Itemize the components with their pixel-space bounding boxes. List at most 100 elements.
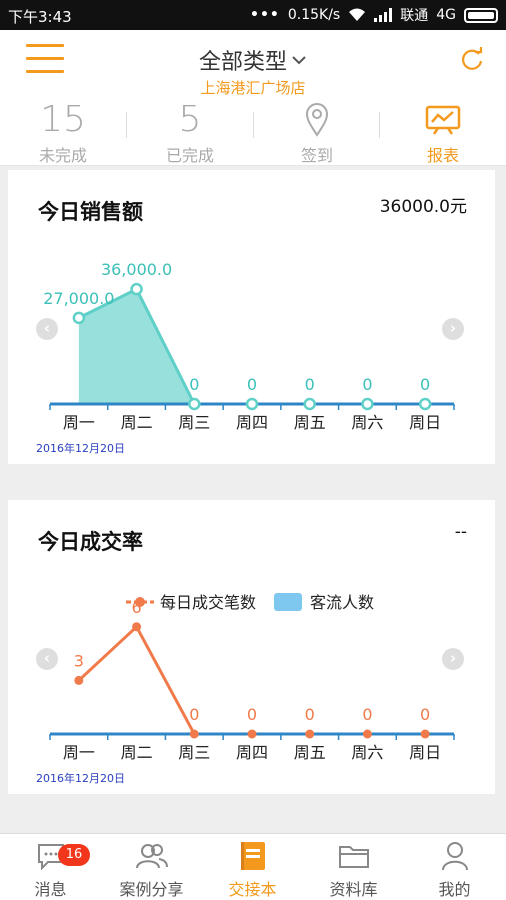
nav-handover[interactable]: 交接本 <box>202 840 303 900</box>
tick-label: 周六 <box>351 743 383 762</box>
data-label: 0 <box>420 375 430 394</box>
tick-label: 周五 <box>294 413 326 432</box>
chart-date: 2016年12月20日 <box>36 772 125 785</box>
nav-label: 消息 <box>34 880 67 899</box>
data-label: 36,000.0 <box>101 260 172 279</box>
data-point <box>420 729 430 739</box>
status-bar: 下午3:43 ••• 0.15K/s 联通 4G <box>0 0 506 30</box>
legend-swatch <box>274 593 302 611</box>
header-title-area[interactable]: 全部类型 上海港汇广场店 <box>0 44 506 98</box>
status-time: 下午3:43 <box>8 8 72 26</box>
data-point <box>361 397 374 411</box>
folder-icon <box>338 846 369 868</box>
data-point <box>245 397 259 411</box>
data-label: 0 <box>247 375 257 394</box>
nav-label: 资料库 <box>329 880 378 899</box>
nav-messages[interactable]: 消息 16 <box>0 840 101 900</box>
data-point <box>130 282 143 296</box>
data-point <box>188 397 201 411</box>
network-type: 4G <box>436 7 456 23</box>
chart-next-arrow[interactable]: › <box>442 318 464 340</box>
tick-label: 周三 <box>178 743 210 762</box>
chart-prev-arrow[interactable]: ‹ <box>36 318 58 340</box>
nav-mine[interactable]: 我的 <box>404 840 505 900</box>
tick-label: 周日 <box>409 413 441 432</box>
data-label: 0 <box>247 705 257 724</box>
chart-board-icon <box>425 105 461 135</box>
nav-label: 我的 <box>438 880 471 899</box>
sales-card: 今日销售额 36000.0元 周一 周二 周三 周四 周五 周六 周日 27,000.0 36,… <box>8 170 495 464</box>
summary-tabs: 15 未完成 5 已完成 签到 报表 <box>0 96 506 166</box>
data-point <box>132 622 142 632</box>
completed-count: 5 <box>178 99 202 140</box>
data-point <box>362 729 372 739</box>
chart-prev-arrow[interactable]: ‹ <box>36 648 58 670</box>
data-point <box>189 729 199 739</box>
data-label: 0 <box>362 705 372 724</box>
tab-label: 已完成 <box>165 146 214 165</box>
nav-label: 案例分享 <box>119 880 184 899</box>
tick-label: 周三 <box>178 413 210 432</box>
legend-label: 客流人数 <box>310 593 374 612</box>
data-label: 27,000.0 <box>43 289 114 308</box>
data-label: 0 <box>420 705 430 724</box>
header-title: 全部类型 <box>198 50 287 75</box>
battery-icon <box>464 7 498 23</box>
data-point <box>247 729 257 739</box>
unread-badge: 16 <box>58 844 90 866</box>
tab-label: 未完成 <box>38 146 87 165</box>
data-point <box>74 675 84 685</box>
data-label: 3 <box>74 651 84 670</box>
network-speed: 0.15K/s <box>287 7 341 23</box>
tick-label: 周五 <box>294 743 326 762</box>
chart-date: 2016年12月20日 <box>36 442 125 455</box>
status-dots: ••• <box>250 7 280 23</box>
top-header: 全部类型 上海港汇广场店 <box>0 30 506 98</box>
nav-library[interactable]: 资料库 <box>303 840 404 900</box>
data-point <box>72 311 86 325</box>
tab-checkin[interactable]: 签到 <box>254 100 380 166</box>
tab-label: 报表 <box>426 146 459 165</box>
tick-label: 周一 <box>63 743 95 762</box>
data-point <box>418 397 432 411</box>
data-label: 0 <box>189 705 199 724</box>
data-label: 0 <box>305 705 315 724</box>
store-name: 上海港汇广场店 <box>200 79 306 97</box>
data-label: 0 <box>305 375 315 394</box>
chart-next-arrow[interactable]: › <box>442 648 464 670</box>
data-point <box>303 397 316 411</box>
nav-label: 交接本 <box>228 880 277 899</box>
data-label: 0 <box>189 375 199 394</box>
tick-label: 周二 <box>121 743 153 762</box>
legend-label: 每日成交笔数 <box>160 593 256 612</box>
tab-completed[interactable]: 5 已完成 <box>127 100 253 166</box>
nav-case-share[interactable]: 案例分享 <box>101 840 202 900</box>
bottom-nav: 消息 16 案例分享 交接本 资料库 我的 <box>0 833 506 900</box>
signal-icon <box>374 8 393 22</box>
data-point <box>305 729 315 739</box>
tick-label: 周六 <box>351 413 383 432</box>
data-label: 0 <box>362 375 372 394</box>
conversion-card: 今日成交率 -- 周一 周二 周三 周四 周五 周六 周日 3 6 0 0 0 0 0 每日成交笔数 客流人数… <box>8 500 495 794</box>
incomplete-count: 15 <box>40 99 86 140</box>
status-right: ••• 0.15K/s 联通 4G <box>250 5 498 25</box>
wifi-icon <box>349 8 366 21</box>
conversion-chart: 周一 周二 周三 周四 周五 周六 周日360 0 0 0 0每日成交笔数 客流人数 <box>49 593 455 762</box>
people-icon <box>135 844 168 869</box>
chevron-down-icon <box>292 56 306 65</box>
tab-incomplete[interactable]: 15 未完成 <box>0 100 126 166</box>
category-selector[interactable]: 全部类型 <box>199 44 307 76</box>
refresh-icon[interactable] <box>458 46 486 74</box>
tab-label: 签到 <box>300 146 333 165</box>
tab-report[interactable]: 报表 <box>380 100 506 166</box>
tick-label: 周一 <box>63 413 95 432</box>
tick-label: 周日 <box>409 743 441 762</box>
user-icon <box>441 842 468 871</box>
tick-label: 周四 <box>236 413 268 432</box>
tick-label: 周四 <box>236 743 268 762</box>
location-pin-icon <box>305 103 329 137</box>
legend-point-marker <box>135 597 145 607</box>
tick-label: 周二 <box>121 413 153 432</box>
sales-chart: 周一 周二 周三 周四 周五 周六 周日 27,000.0 36,000.0 0 0 0 0 0 <box>43 260 455 432</box>
carrier-name: 联通 <box>400 8 429 24</box>
